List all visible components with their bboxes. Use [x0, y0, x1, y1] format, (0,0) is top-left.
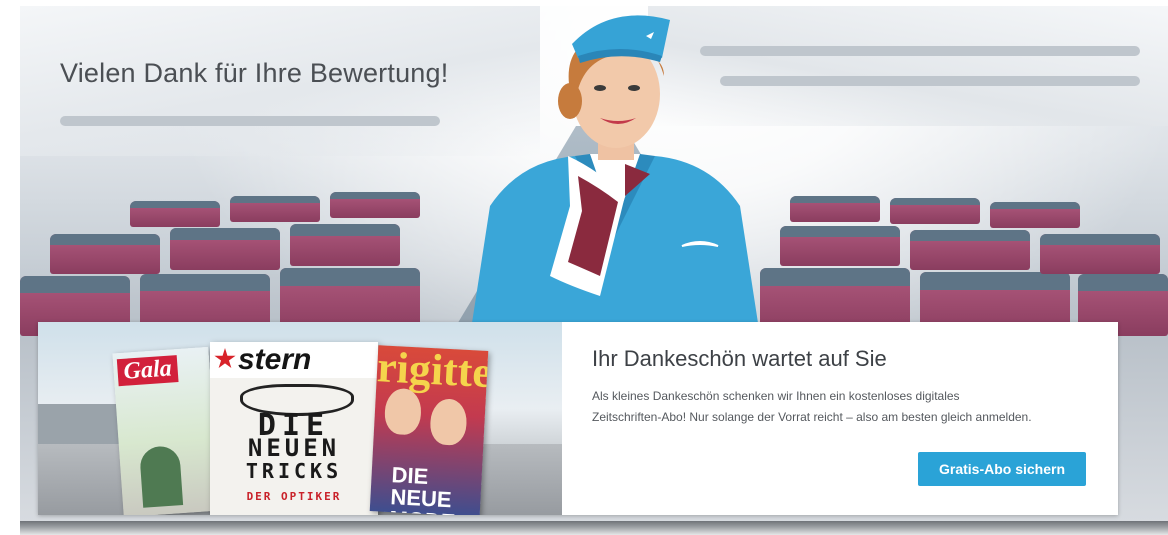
magazines-image: Gala stern DIE NEUEN TRICKS DER OPTIKER … [38, 322, 562, 515]
seat [330, 192, 420, 218]
promo-card: Gala stern DIE NEUEN TRICKS DER OPTIKER … [38, 322, 1118, 515]
overhead-bin [720, 76, 1140, 86]
magazine-brigitte: rigitte DIE NEUE MODE [369, 345, 489, 515]
seat [790, 196, 880, 222]
banner-shadow [20, 521, 1168, 535]
seat [990, 202, 1080, 228]
magazine-gala: Gala [112, 346, 220, 515]
seat [170, 228, 280, 270]
stern-cover-headline: DIE NEUEN TRICKS DER OPTIKER [245, 408, 343, 504]
cover-model [383, 387, 423, 436]
cover-model [429, 398, 468, 446]
page-headline: Vielen Dank für Ihre Bewertung! [60, 58, 449, 88]
promo-body: Als kleines Dankeschön schenken wir Ihne… [592, 389, 1032, 424]
seat [230, 196, 320, 222]
overhead-bin [60, 116, 440, 126]
promo-text-panel: Ihr Dankeschön wartet auf Sie Als kleine… [562, 322, 1118, 515]
seat [890, 198, 980, 224]
promo-title: Ihr Dankeschön wartet auf Sie [592, 346, 887, 371]
seat [50, 234, 160, 274]
seat [780, 226, 900, 266]
gala-logo: Gala [116, 355, 179, 387]
seat [130, 201, 220, 227]
magazine-stern: stern DIE NEUEN TRICKS DER OPTIKER [210, 342, 378, 515]
subscribe-button[interactable]: Gratis-Abo sichern [918, 452, 1086, 486]
seat [1040, 234, 1160, 274]
brigitte-logo: rigitte [376, 345, 489, 398]
building-illustration [38, 404, 128, 444]
brigitte-cover-headline: DIE NEUE MODE [389, 462, 456, 515]
seat [910, 230, 1030, 270]
star-icon [214, 348, 236, 369]
flight-attendant-illustration [470, 15, 760, 336]
seat [290, 224, 400, 266]
stern-logo: stern [210, 342, 378, 378]
